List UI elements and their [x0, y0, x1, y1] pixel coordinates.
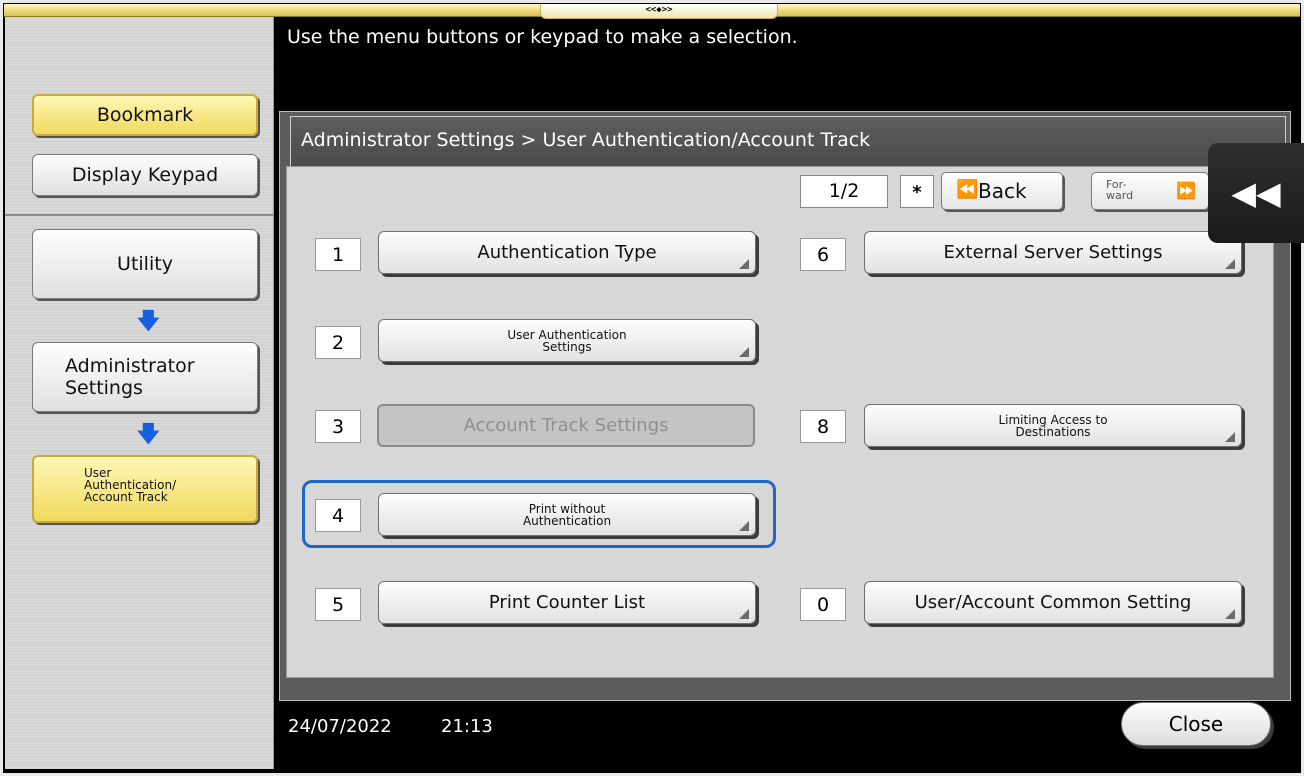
utility-button[interactable]: Utility — [32, 229, 258, 299]
footer-date: 24/07/2022 — [288, 716, 392, 737]
menu-label-3: Account Track Settings — [463, 415, 669, 436]
authentication-type-button[interactable]: Authentication Type — [378, 231, 756, 274]
menu-label-1: Authentication Type — [477, 242, 657, 263]
arrow-down-icon: 🡇 — [137, 422, 160, 447]
menu-number-3: 3 — [315, 410, 361, 443]
back-label: Back — [978, 179, 1027, 203]
menu-label-0: User/Account Common Setting — [914, 592, 1192, 613]
double-left-arrow-icon: ◀◀ — [1231, 174, 1281, 212]
corner-marker-icon — [739, 347, 749, 357]
corner-marker-icon — [739, 521, 749, 531]
print-counter-list-button[interactable]: Print Counter List — [378, 581, 756, 624]
menu-number-4: 4 — [315, 499, 361, 532]
menu-number-0: 0 — [800, 588, 846, 621]
menu-number-8: 8 — [800, 410, 846, 443]
corner-marker-icon — [1225, 259, 1235, 269]
user-authentication-account-track-button[interactable]: User Authentication/ Account Track — [32, 455, 258, 523]
bookmark-button[interactable]: Bookmark — [32, 94, 258, 136]
menu-label-2: User Authentication Settings — [507, 327, 627, 354]
menu-number-5: 5 — [315, 588, 361, 621]
forward-label-line2: ward — [1106, 189, 1134, 202]
dialog-title-bar: Administrator Settings > User Authentica… — [290, 116, 1286, 168]
menu-number-1: 1 — [315, 238, 361, 271]
forward-button[interactable]: For- ward ⏩ — [1091, 172, 1209, 210]
limiting-access-to-destinations-button[interactable]: Limiting Access to Destinations — [864, 404, 1242, 447]
user-account-common-setting-button[interactable]: User/Account Common Setting — [864, 581, 1242, 624]
menu-label-6: External Server Settings — [943, 242, 1163, 263]
collapse-panel-tab[interactable]: ◀◀ — [1208, 143, 1304, 243]
rewind-icon: ⏪ — [956, 179, 979, 200]
corner-marker-icon — [739, 259, 749, 269]
star-key[interactable]: * — [900, 175, 934, 208]
bookmark-label: Bookmark — [96, 104, 194, 126]
menu-label-5: Print Counter List — [488, 592, 646, 613]
footer-time: 21:13 — [441, 716, 493, 737]
top-handle-tab[interactable]: <<◆>> — [540, 4, 778, 19]
display-keypad-label: Display Keypad — [71, 164, 219, 186]
corner-marker-icon — [739, 609, 749, 619]
menu-label-4: Print without Authentication — [522, 501, 612, 528]
administrator-settings-button[interactable]: Administrator Settings — [32, 342, 258, 412]
external-server-settings-button[interactable]: External Server Settings — [864, 231, 1242, 274]
left-panel-divider — [5, 214, 273, 216]
corner-marker-icon — [1225, 432, 1235, 442]
fast-forward-icon: ⏩ — [1176, 181, 1196, 200]
print-without-authentication-button[interactable]: Print without Authentication — [378, 493, 756, 536]
back-button[interactable]: ⏪ Back — [941, 172, 1063, 210]
page-indicator: 1/2 — [800, 175, 888, 208]
user-authentication-settings-button[interactable]: User Authentication Settings — [378, 319, 756, 362]
menu-label-8: Limiting Access to Destinations — [998, 412, 1108, 439]
menu-number-6: 6 — [800, 238, 846, 271]
corner-marker-icon — [1225, 609, 1235, 619]
arrow-down-icon: 🡇 — [137, 309, 160, 334]
utility-label: Utility — [117, 253, 173, 275]
close-label: Close — [1168, 712, 1224, 736]
administrator-settings-label: Administrator Settings — [65, 355, 195, 399]
user-authentication-label: User Authentication/ Account Track — [84, 466, 177, 504]
close-button[interactable]: Close — [1121, 702, 1271, 746]
display-keypad-button[interactable]: Display Keypad — [32, 154, 258, 196]
account-track-settings-button[interactable]: Account Track Settings — [377, 404, 755, 447]
dialog-title: Administrator Settings > User Authentica… — [301, 129, 871, 151]
forward-label: For- ward — [1106, 179, 1133, 201]
instruction-text: Use the menu buttons or keypad to make a… — [287, 26, 798, 48]
menu-number-2: 2 — [315, 326, 361, 359]
